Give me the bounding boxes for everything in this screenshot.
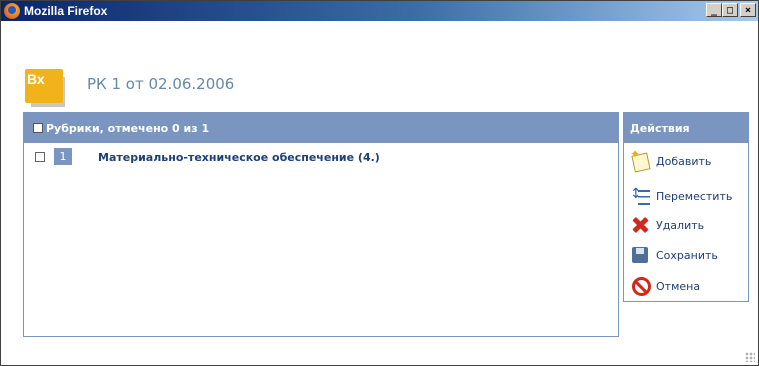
- save-label: Сохранить: [656, 248, 718, 262]
- cancel-button[interactable]: Отмена: [630, 275, 700, 297]
- actions-header: Действия: [624, 113, 748, 143]
- cancel-label: Отмена: [656, 279, 701, 293]
- document-type-badge: Вх: [25, 69, 63, 103]
- add-icon: [630, 147, 652, 171]
- maximize-button[interactable]: □: [722, 3, 738, 17]
- firefox-icon: [4, 3, 20, 19]
- add-button[interactable]: Добавить: [630, 147, 712, 172]
- browser-window: Mozilla Firefox _ □ × Вх РК 1 от 02.06.2…: [0, 0, 759, 366]
- actions-panel: Действия Добавить Переместить Удалить Со…: [623, 112, 749, 302]
- delete-label: Удалить: [656, 218, 705, 232]
- window-controls: _ □ ×: [706, 3, 756, 17]
- minimize-button[interactable]: _: [706, 3, 722, 17]
- badge-label: Вх: [27, 71, 45, 87]
- resize-grip[interactable]: [745, 352, 755, 362]
- save-button[interactable]: Сохранить: [630, 244, 718, 266]
- window-title: Mozilla Firefox: [24, 4, 108, 18]
- delete-icon: [630, 215, 652, 235]
- rubrics-panel: Рубрики, отмечено 0 из 1 1 Материально-т…: [23, 112, 619, 337]
- move-label: Переместить: [656, 189, 733, 203]
- rubrics-header-label: Рубрики, отмечено 0 из 1: [46, 121, 210, 135]
- move-button[interactable]: Переместить: [630, 185, 732, 207]
- rubric-checkbox[interactable]: [35, 152, 45, 162]
- page-title: РК 1 от 02.06.2006: [87, 75, 235, 93]
- rubric-row: 1 Материально-техническое обеспечение (4…: [24, 143, 618, 169]
- close-button[interactable]: ×: [740, 3, 756, 17]
- title-bar: Mozilla Firefox _ □ ×: [1, 1, 758, 21]
- rubric-number: 1: [54, 148, 72, 165]
- move-icon: [630, 186, 652, 206]
- rubrics-header: Рубрики, отмечено 0 из 1: [24, 113, 618, 143]
- select-all-checkbox[interactable]: [33, 123, 43, 133]
- add-label: Добавить: [656, 154, 712, 168]
- save-icon: [630, 245, 652, 265]
- cancel-icon: [630, 276, 652, 296]
- rubric-link[interactable]: Материально-техническое обеспечение (4.): [98, 151, 380, 164]
- delete-button[interactable]: Удалить: [630, 214, 704, 236]
